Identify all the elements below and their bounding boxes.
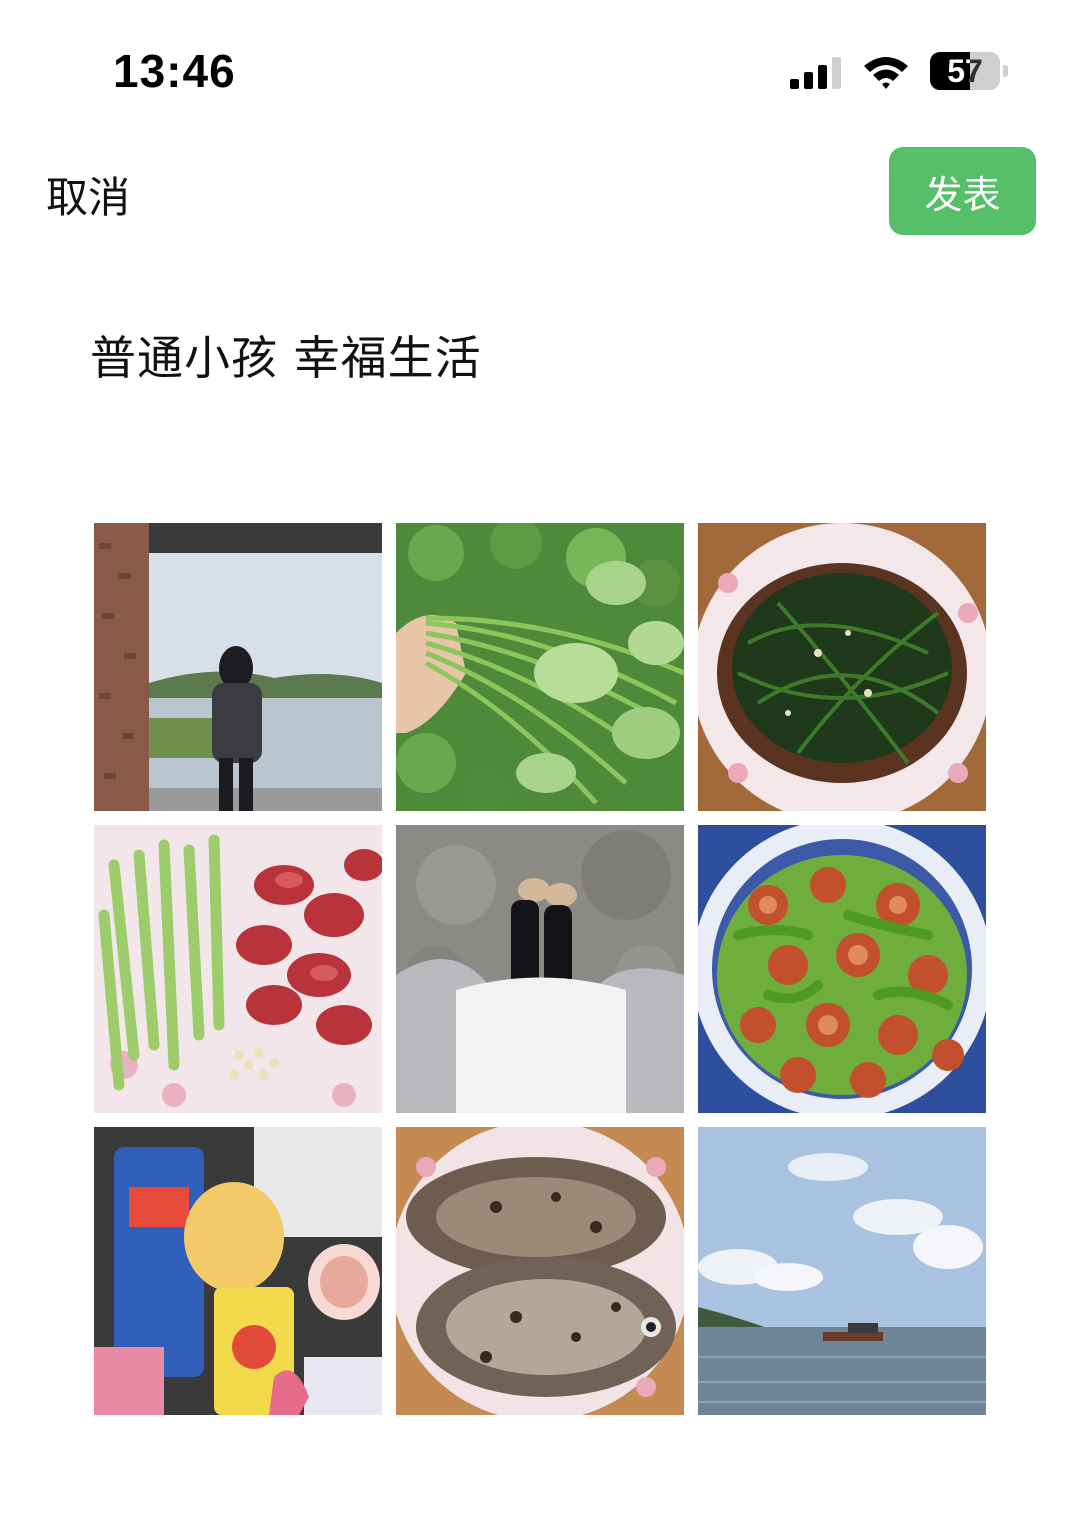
photo-river-boat[interactable] (698, 1127, 986, 1415)
photo-fried-fish[interactable] (396, 1127, 684, 1415)
photo-grid (94, 523, 986, 1415)
cellular-signal-icon (790, 57, 841, 89)
photo-girl-at-window[interactable] (94, 523, 382, 811)
battery-level: 57 (947, 53, 983, 89)
cancel-button[interactable]: 取消 (46, 164, 130, 225)
photo-peppers-and-sausage[interactable] (94, 825, 382, 1113)
wifi-icon (864, 57, 908, 89)
status-time: 13:46 (113, 45, 236, 97)
photo-snacks-in-bag[interactable] (94, 1127, 382, 1415)
publish-button[interactable]: 发表 (889, 147, 1036, 235)
photo-sweet-potato-greens[interactable] (396, 523, 684, 811)
photo-stir-fried-greens[interactable] (698, 523, 986, 811)
battery-icon: 57 (930, 52, 1010, 92)
photo-legs-on-concrete[interactable] (396, 825, 684, 1113)
photo-pepper-sausage-stirfry[interactable] (698, 825, 986, 1113)
status-bar: 13:46 57 (0, 0, 1080, 140)
post-text[interactable]: 普通小孩 幸福生活 (90, 322, 482, 388)
